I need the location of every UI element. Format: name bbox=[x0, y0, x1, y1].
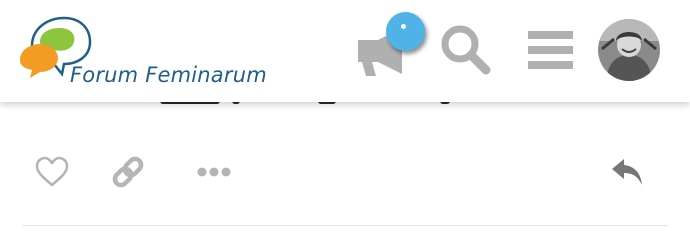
menu-button[interactable] bbox=[520, 22, 584, 82]
reply-icon bbox=[612, 159, 642, 185]
page: Forum Feminarum bbox=[0, 0, 690, 241]
site-title: Forum Feminarum bbox=[70, 63, 267, 87]
more-dots-icon bbox=[197, 167, 231, 177]
site-header: Forum Feminarum bbox=[0, 0, 690, 102]
site-logo[interactable]: Forum Feminarum bbox=[18, 16, 278, 92]
share-link-button[interactable] bbox=[108, 152, 148, 192]
like-button[interactable] bbox=[32, 152, 72, 192]
user-avatar[interactable] bbox=[598, 19, 660, 81]
notification-badge[interactable] bbox=[386, 12, 425, 51]
badge-dot bbox=[401, 24, 406, 29]
link-icon bbox=[112, 156, 144, 188]
reply-button[interactable] bbox=[608, 152, 648, 192]
avatar bbox=[598, 19, 660, 81]
post-divider bbox=[22, 225, 668, 226]
search-button[interactable] bbox=[436, 22, 500, 82]
heart-icon bbox=[35, 156, 69, 187]
hamburger-menu-icon bbox=[528, 31, 573, 69]
search-icon bbox=[441, 25, 491, 75]
post-controls bbox=[0, 140, 690, 204]
more-options-button[interactable] bbox=[194, 152, 234, 192]
